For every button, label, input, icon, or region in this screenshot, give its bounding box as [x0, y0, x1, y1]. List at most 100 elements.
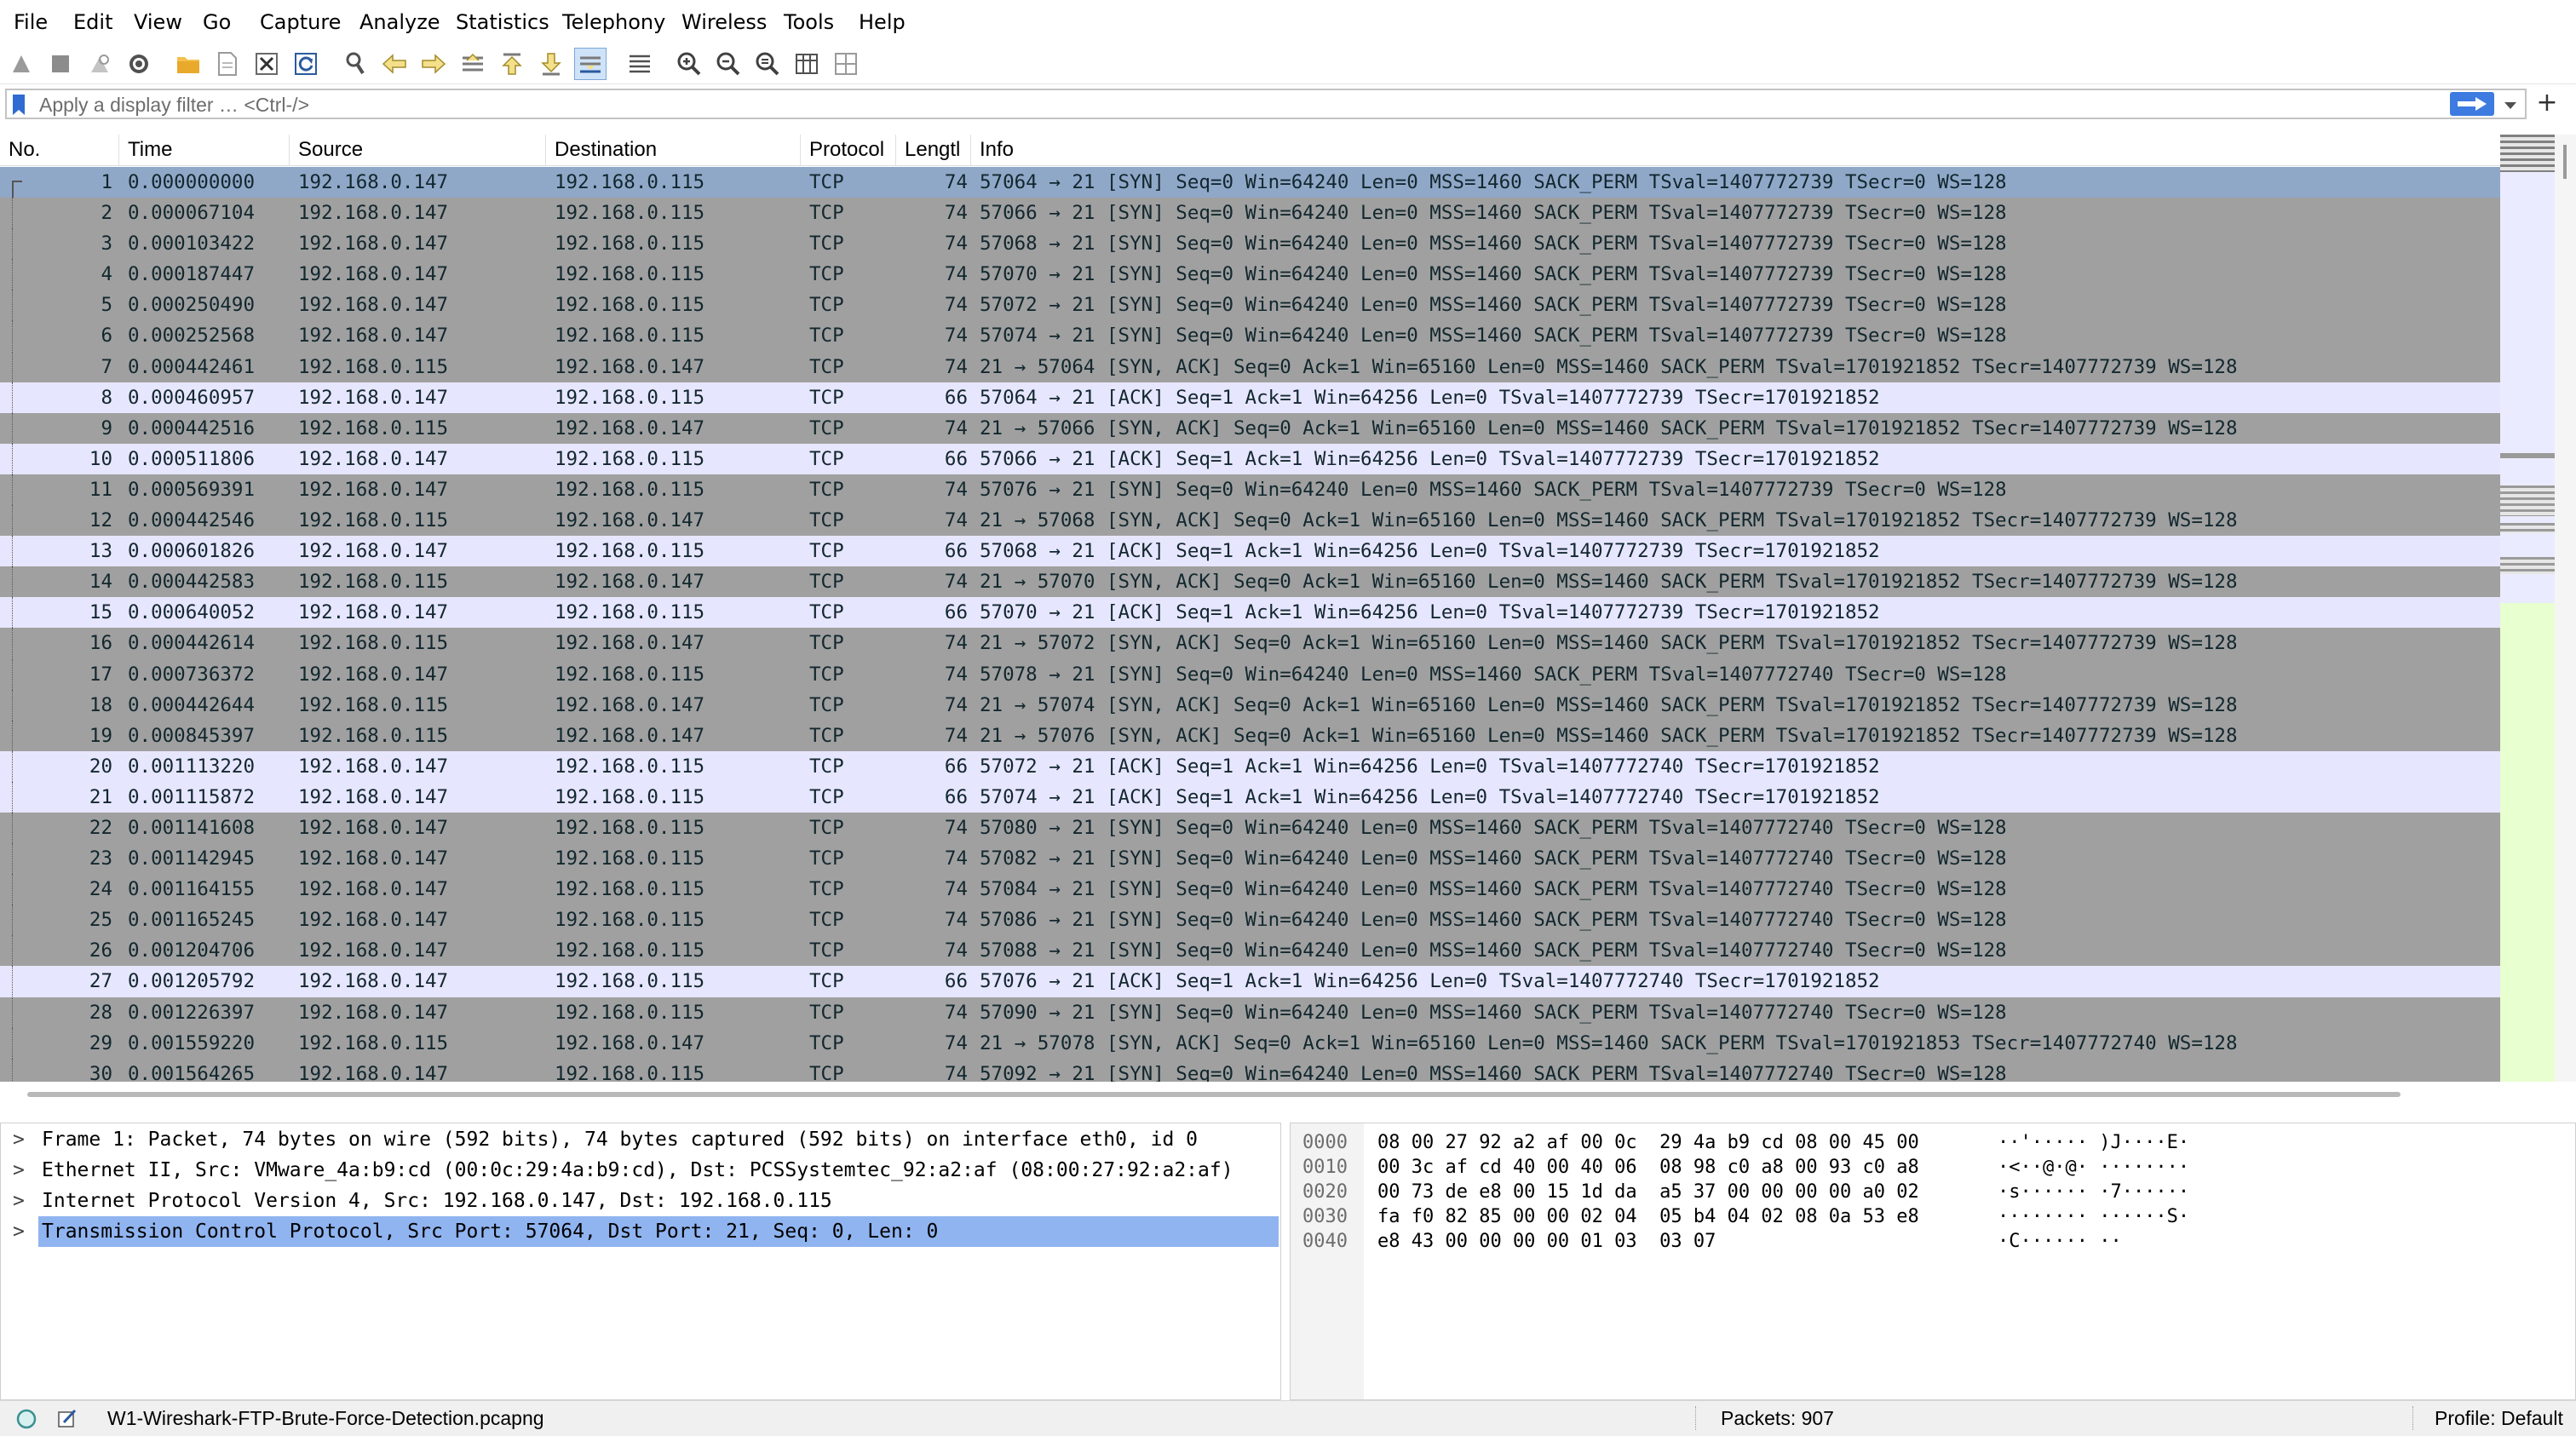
chevron-right-icon[interactable]: > [13, 1186, 30, 1216]
reload-icon[interactable] [290, 48, 322, 80]
table-row[interactable]: 20 0.001113220 192.168.0.147 192.168.0.115 T… [0, 750, 2500, 782]
table-row[interactable]: 23 0.001142945 192.168.0.147 192.168.0.115 T… [0, 843, 2500, 875]
detail-row-tcp[interactable]: > Transmission Control Protocol, Src Por… [1, 1216, 1279, 1247]
column-header-source[interactable]: Source [290, 135, 546, 165]
table-row[interactable]: 16 0.000442614 192.168.0.115 192.168.0.147 T… [0, 628, 2500, 659]
add-filter-button[interactable]: + [2530, 88, 2564, 118]
table-row-selected[interactable]: 1 0.000000000 192.168.0.147 192.168.0.115 TC… [0, 167, 2500, 198]
horizontal-scroll-thumb[interactable] [27, 1092, 2401, 1097]
detail-row-frame[interactable]: > Frame 1: Packet, 74 bytes on wire (592… [1, 1124, 1279, 1155]
bookmark-icon[interactable] [10, 94, 27, 116]
table-row[interactable]: 15 0.000640052 192.168.0.147 192.168.0.115 T… [0, 597, 2500, 629]
column-header-time[interactable]: Time [119, 135, 290, 165]
status-separator[interactable] [2412, 1406, 2415, 1430]
colorize-icon[interactable] [624, 48, 656, 80]
table-row[interactable]: 19 0.000845397 192.168.0.115 192.168.0.147 T… [0, 720, 2500, 751]
zoom-out-icon[interactable] [712, 48, 745, 80]
table-row[interactable]: 4 0.000187447 192.168.0.147 192.168.0.115 TC… [0, 259, 2500, 290]
packet-list-horizontal-scrollbar[interactable] [0, 1082, 2576, 1106]
table-row[interactable]: 22 0.001141608 192.168.0.147 192.168.0.115 T… [0, 812, 2500, 844]
shark-fin-start-icon[interactable] [5, 48, 37, 80]
table-row[interactable]: 10 0.000511806 192.168.0.147 192.168.0.115 T… [0, 443, 2500, 474]
detail-row-ipv4[interactable]: > Internet Protocol Version 4, Src: 192.… [1, 1186, 1279, 1216]
column-header-info[interactable]: Info [971, 135, 2500, 165]
apply-filter-arrow-icon[interactable] [2450, 92, 2494, 116]
column-header-no[interactable]: No. [0, 135, 119, 165]
menu-file[interactable]: File [14, 9, 48, 36]
packet-list-vertical-scrollbar[interactable] [2555, 135, 2576, 1082]
table-row[interactable]: 29 0.001559220 192.168.0.115 192.168.0.147 T… [0, 1027, 2500, 1059]
status-separator[interactable] [1695, 1406, 1698, 1430]
table-row[interactable]: 14 0.000442583 192.168.0.115 192.168.0.147 T… [0, 566, 2500, 598]
packet-info: 57072 → 21 [SYN] Seq=0 Win=64240 Len=0 M… [980, 294, 2007, 317]
packet-protocol: TCP [809, 171, 844, 193]
table-row[interactable]: 3 0.000103422 192.168.0.147 192.168.0.115 TC… [0, 228, 2500, 260]
table-row[interactable]: 11 0.000569391 192.168.0.147 192.168.0.115 T… [0, 474, 2500, 506]
detail-row-ethernet[interactable]: > Ethernet II, Src: VMware_4a:b9:cd (00:… [1, 1155, 1279, 1186]
table-row[interactable]: 5 0.000250490 192.168.0.147 192.168.0.115 TC… [0, 290, 2500, 321]
menu-help[interactable]: Help [859, 9, 906, 36]
table-row[interactable]: 7 0.000442461 192.168.0.115 192.168.0.147 TC… [0, 351, 2500, 382]
shark-fin-restart-icon[interactable] [83, 48, 116, 80]
packet-length: 74 [944, 478, 968, 501]
packet-info: 57078 → 21 [SYN] Seq=0 Win=64240 Len=0 M… [980, 663, 2007, 686]
layout-icon[interactable] [830, 48, 862, 80]
go-last-icon[interactable] [535, 48, 567, 80]
column-header-length[interactable]: Lengtl [896, 135, 971, 165]
chevron-right-icon[interactable]: > [13, 1155, 30, 1186]
packet-length: 66 [944, 755, 968, 778]
arrow-left-icon[interactable] [378, 48, 411, 80]
arrow-right-icon[interactable] [417, 48, 450, 80]
folder-open-icon[interactable] [172, 48, 204, 80]
capture-comment-icon[interactable] [56, 1408, 78, 1430]
table-row[interactable]: 8 0.000460957 192.168.0.147 192.168.0.115 TC… [0, 382, 2500, 413]
packet-minimap[interactable] [2500, 135, 2555, 1082]
column-header-protocol[interactable]: Protocol [801, 135, 896, 165]
menu-telephony[interactable]: Telephony [562, 9, 665, 36]
table-row[interactable]: 27 0.001205792 192.168.0.147 192.168.0.115 T… [0, 966, 2500, 997]
packet-time: 0.000845397 [128, 724, 256, 747]
table-row[interactable]: 6 0.000252568 192.168.0.147 192.168.0.115 TC… [0, 320, 2500, 352]
menu-edit[interactable]: Edit [73, 9, 112, 36]
document-save-icon[interactable] [211, 48, 244, 80]
display-filter-input[interactable] [39, 92, 2424, 118]
table-row[interactable]: 25 0.001165245 192.168.0.147 192.168.0.115 T… [0, 905, 2500, 936]
vertical-scroll-thumb[interactable] [2563, 145, 2567, 179]
expert-info-icon[interactable] [15, 1408, 37, 1430]
resize-columns-icon[interactable] [791, 48, 823, 80]
table-row[interactable]: 9 0.000442516 192.168.0.115 192.168.0.147 TC… [0, 412, 2500, 444]
go-to-packet-icon[interactable] [457, 48, 489, 80]
gear-options-icon[interactable] [123, 48, 155, 80]
chevron-right-icon[interactable]: > [13, 1216, 30, 1247]
filter-dropdown-icon[interactable] [2501, 97, 2520, 114]
table-row[interactable]: 30 0.001564265 192.168.0.147 192.168.0.115 T… [0, 1058, 2500, 1082]
go-first-icon[interactable] [496, 48, 528, 80]
chevron-right-icon[interactable]: > [13, 1124, 30, 1155]
conversation-line-marker [12, 474, 25, 505]
menu-tools[interactable]: Tools [784, 9, 834, 36]
menu-view[interactable]: View [134, 9, 182, 36]
zoom-in-icon[interactable] [673, 48, 705, 80]
table-row[interactable]: 26 0.001204706 192.168.0.147 192.168.0.115 T… [0, 935, 2500, 967]
close-file-icon[interactable] [250, 48, 283, 80]
table-row[interactable]: 24 0.001164155 192.168.0.147 192.168.0.115 T… [0, 874, 2500, 905]
menu-wireless[interactable]: Wireless [681, 9, 767, 36]
menu-go[interactable]: Go [203, 9, 231, 36]
zoom-normal-icon[interactable] [751, 48, 784, 80]
menu-analyze[interactable]: Analyze [359, 9, 440, 36]
table-row[interactable]: 13 0.000601826 192.168.0.147 192.168.0.115 T… [0, 536, 2500, 567]
table-row[interactable]: 18 0.000442644 192.168.0.115 192.168.0.147 T… [0, 689, 2500, 721]
find-magnifier-icon[interactable] [339, 48, 371, 80]
stop-square-icon[interactable] [44, 48, 77, 80]
autoscroll-icon[interactable] [574, 48, 607, 80]
table-row[interactable]: 12 0.000442546 192.168.0.115 192.168.0.147 T… [0, 505, 2500, 537]
table-row[interactable]: 21 0.001115872 192.168.0.147 192.168.0.115 T… [0, 781, 2500, 813]
profile-name[interactable]: Profile: Default [2435, 1401, 2563, 1436]
table-row[interactable]: 2 0.000067104 192.168.0.147 192.168.0.115 TC… [0, 198, 2500, 229]
table-row[interactable]: 17 0.000736372 192.168.0.147 192.168.0.115 T… [0, 658, 2500, 690]
column-header-destination[interactable]: Destination [546, 135, 801, 165]
packet-length: 74 [944, 878, 968, 901]
menu-capture[interactable]: Capture [260, 9, 341, 36]
table-row[interactable]: 28 0.001226397 192.168.0.147 192.168.0.115 T… [0, 997, 2500, 1028]
menu-statistics[interactable]: Statistics [456, 9, 549, 36]
